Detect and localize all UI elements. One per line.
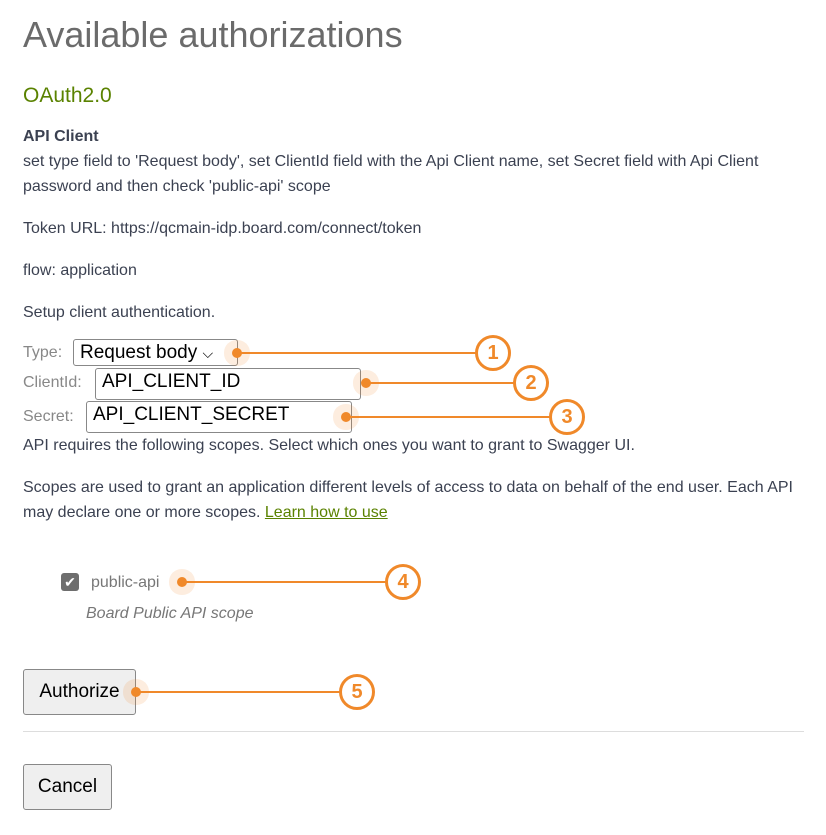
- secret-label: Secret:: [23, 408, 74, 425]
- client-name: API Client: [23, 128, 99, 145]
- callout-2: 2: [513, 365, 549, 401]
- type-value: Request body: [80, 342, 198, 363]
- callout-dot: [177, 577, 187, 587]
- flow: flow: application: [23, 262, 137, 279]
- callout-5: 5: [339, 674, 375, 710]
- type-label: Type:: [23, 344, 63, 361]
- cancel-button[interactable]: Cancel: [23, 764, 112, 810]
- authorize-button[interactable]: Authorize: [23, 669, 136, 715]
- scope-description: Board Public API scope: [86, 605, 254, 622]
- callout-line: [237, 352, 493, 354]
- callout-1: 1: [475, 335, 511, 371]
- callout-dot: [232, 348, 242, 358]
- callout-4: 4: [385, 564, 421, 600]
- divider: [23, 731, 804, 732]
- description: set type field to 'Request body', set Cl…: [23, 153, 759, 195]
- scopes-info: Scopes are used to grant an application …: [23, 479, 793, 521]
- token-url: Token URL: https://qcmain-idp.board.com/…: [23, 220, 422, 237]
- learn-link[interactable]: Learn how to use: [265, 504, 388, 521]
- scope-checkbox[interactable]: ✔: [61, 573, 79, 591]
- setup-text: Setup client authentication.: [23, 304, 216, 321]
- page-title: Available authorizations: [23, 14, 403, 55]
- callout-line: [366, 382, 531, 384]
- clientid-input[interactable]: API_CLIENT_ID: [95, 368, 361, 400]
- callout-dot: [131, 687, 141, 697]
- checkmark-icon: ✔: [64, 574, 76, 590]
- callout-line: [136, 691, 357, 693]
- chevron-down-icon: ⌵: [202, 345, 214, 361]
- secret-input[interactable]: API_CLIENT_SECRET: [86, 401, 352, 433]
- scope-name: public-api: [91, 574, 160, 591]
- callout-dot: [361, 378, 371, 388]
- scheme-name: OAuth2.0: [23, 84, 112, 107]
- callout-line: [346, 416, 567, 418]
- callout-3: 3: [549, 399, 585, 435]
- callout-line: [182, 581, 403, 583]
- clientid-label: ClientId:: [23, 374, 82, 391]
- callout-dot: [341, 412, 351, 422]
- type-select[interactable]: Request body ⌵: [73, 339, 238, 366]
- scopes-required: API requires the following scopes. Selec…: [23, 437, 635, 454]
